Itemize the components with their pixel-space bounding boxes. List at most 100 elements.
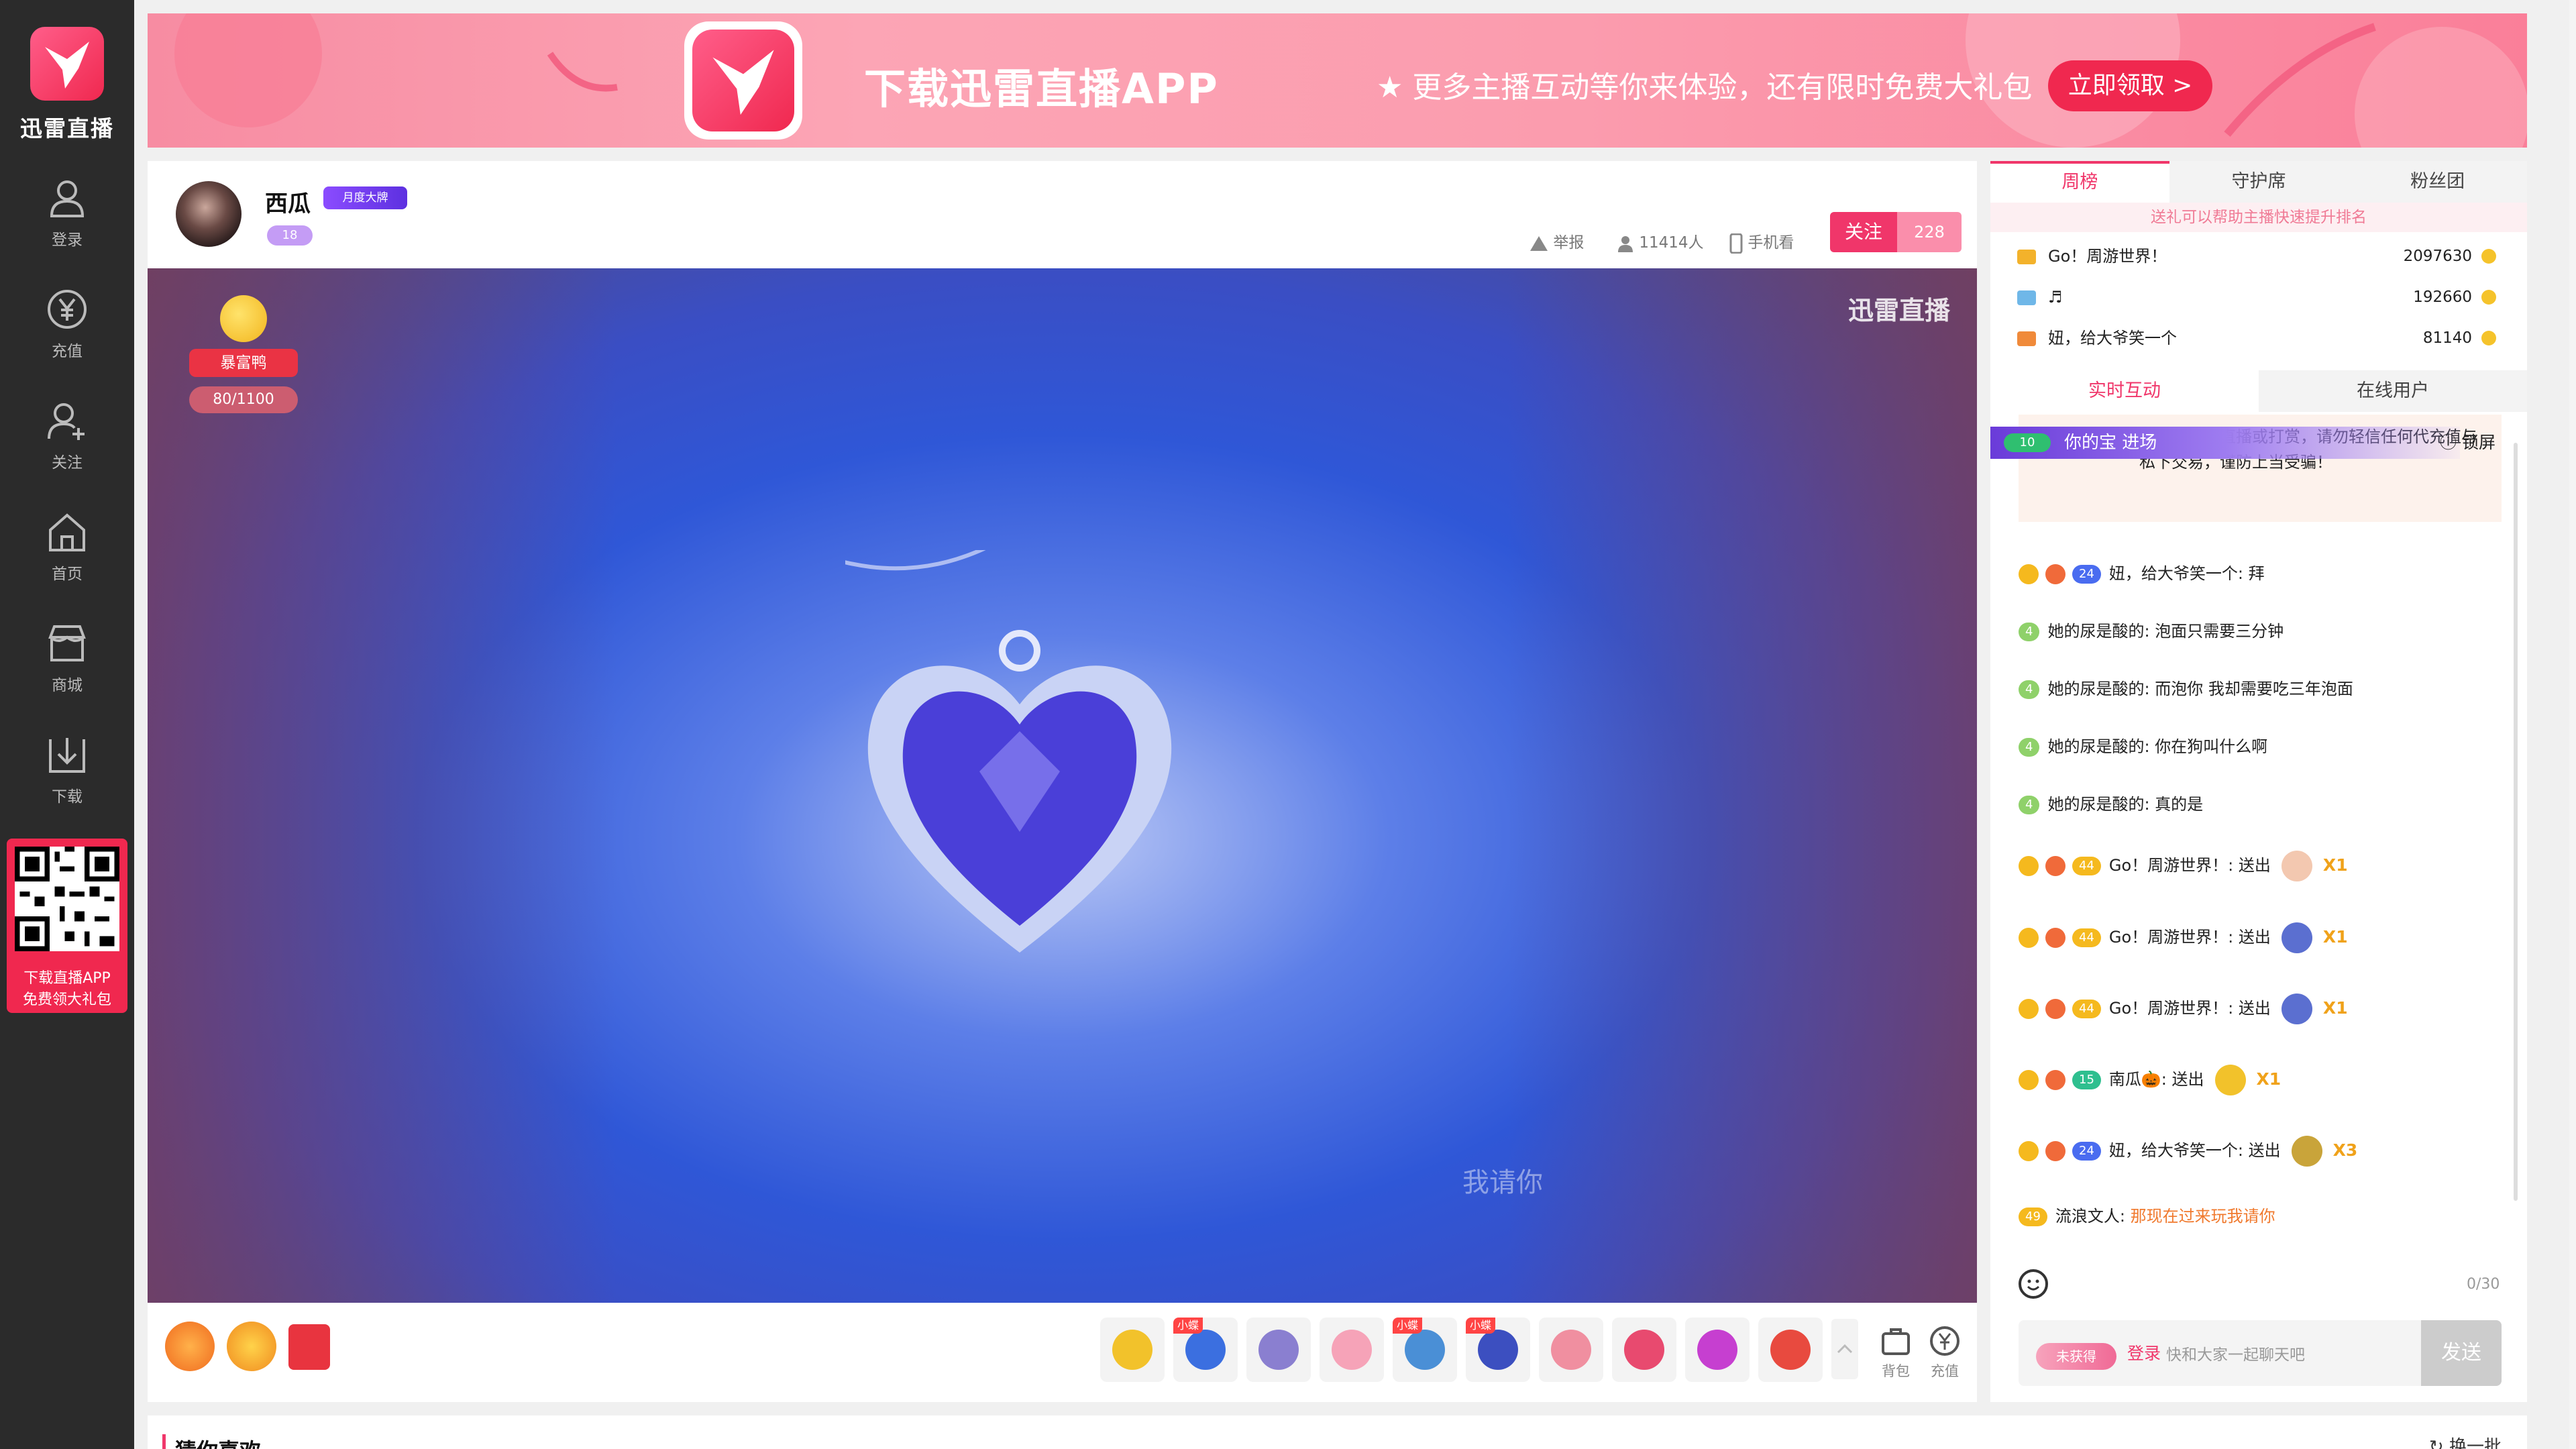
sidebar-item-label: 商城 [52,677,83,694]
download-banner[interactable]: 下载迅雷直播APP ★ 更多主播互动等你来体验，还有限时免费大礼包 立即领取 > [148,13,2527,148]
chat-user[interactable]: 妞，给大爷笑一个: [2109,564,2243,583]
gift-tag: 小蝶 [1393,1318,1423,1334]
live-room: 西瓜 月度大牌 18 举报 11414人 手机看 关注 228 迅雷直播 暴富鸭… [148,161,1977,1402]
lock-screen-toggle[interactable]: ⓘ 锁屏 [2440,429,2496,453]
rank-score: 2097630 [2403,248,2472,265]
level-badge: 18 [267,225,313,246]
chat-message: 44 Go！周游世界！: 送出 X1 [2019,991,2515,1025]
qr-caption-2: 免费领大礼包 [22,991,111,1008]
chat-scrollbar[interactable] [2514,443,2518,1201]
gift-item[interactable] [1100,1318,1165,1382]
shop-icon [48,625,86,661]
gift-item[interactable]: 小蝶 [1173,1318,1238,1382]
tab-fan-club[interactable]: 粉丝团 [2348,161,2527,203]
gift-item[interactable] [1320,1318,1384,1382]
gift-item[interactable] [1685,1318,1750,1382]
claim-now-button[interactable]: 立即领取 > [2048,60,2212,111]
tab-guardians[interactable]: 守护席 [2169,161,2349,203]
sidebar-item-recharge[interactable]: 充值 [0,287,134,374]
chat-input[interactable]: 未获得 登录 快和大家一起聊天吧 发送 [2019,1320,2502,1386]
banner-title: 下载迅雷直播APP [864,64,1219,113]
sidebar-item-home[interactable]: 首页 [0,510,134,597]
first-recharge-icon[interactable] [165,1322,215,1371]
level-badge: 24 [2072,565,2101,584]
gift-icon [2291,1136,2322,1167]
gift-item[interactable] [1612,1318,1676,1382]
phone-icon [1729,233,1743,254]
rank-user: 妞，给大爷笑一个 [2048,329,2177,347]
chat-user[interactable]: Go！周游世界！: [2109,999,2233,1018]
chat-message: 44 Go！周游世界！: 送出 X1 [2019,920,2515,954]
chat-user[interactable]: 她的尿是酸的: [2047,795,2149,814]
chat-message: 4 她的尿是酸的: 而泡你 我却需要吃三年泡面 [2019,672,2515,706]
chat-user[interactable]: 妞，给大爷笑一个: [2109,1141,2243,1160]
sidebar-item-download[interactable]: 下载 [0,733,134,820]
chat-user[interactable]: Go！周游世界！: [2109,928,2233,947]
chat-user[interactable]: Go！周游世界！: [2109,856,2233,875]
chat-user[interactable]: 她的尿是酸的: [2047,622,2149,641]
gift-item[interactable] [1246,1318,1311,1382]
bird-logo-icon [45,42,89,89]
enter-banner: 10 你的宝 进场 [1990,427,2460,459]
warning-icon [1530,235,1548,251]
gift-item[interactable]: 小蝶 [1466,1318,1530,1382]
gift-item[interactable] [1539,1318,1603,1382]
user-icon [50,180,85,217]
report-link[interactable]: 举报 [1529,229,1584,252]
sidebar: 迅雷直播 登录 充值 关注 首页 商城 下载 下载直播APP 免费领大礼包 [0,0,134,1449]
crown-icon [2017,290,2036,305]
gift-item[interactable] [1758,1318,1823,1382]
follow-icon [48,403,85,440]
gift-item[interactable]: 小蝶 [1393,1318,1457,1382]
chat-user[interactable]: 南瓜🎃: [2109,1070,2167,1089]
video-player[interactable]: 迅雷直播 暴富鸭 80/1100 我请你 [148,268,1977,1303]
recharge-button[interactable]: 充值 [1928,1324,1962,1381]
chat-user[interactable]: 她的尿是酸的: [2047,680,2149,698]
heart-pendant-image [845,550,1172,953]
qr-download-card[interactable]: 下载直播APP 免费领大礼包 [7,839,127,1013]
banner-subtitle: ★ 更多主播互动等你来体验，还有限时免费大礼包 [1377,70,2033,105]
gift-scroll-up-button[interactable] [1831,1319,1858,1379]
group-star-icon[interactable] [227,1322,276,1371]
login-link[interactable]: 登录 [2127,1340,2161,1364]
sidebar-item-login[interactable]: 登录 [0,176,134,263]
gift-count: X3 [2332,1140,2358,1160]
chat-user[interactable]: 她的尿是酸的: [2047,737,2149,756]
emoji-button[interactable] [2019,1269,2048,1299]
noble-icon [2045,999,2065,1019]
vip-icon [2019,564,2039,584]
duck-title: 暴富鸭 [189,349,298,377]
recommend-section: 猜你喜欢 ↻ 换一批 [148,1415,2527,1449]
follow-button[interactable]: 关注 228 [1830,212,1962,252]
refresh-button[interactable]: ↻ 换一批 [2429,1433,2502,1449]
rank-row[interactable]: ♬ 192660 [2017,277,2500,317]
recharge-label: 充值 [1931,1363,1959,1379]
tab-online-users[interactable]: 在线用户 [2259,370,2527,412]
sidebar-item-follow[interactable]: 关注 [0,398,134,486]
rank-row[interactable]: Go！周游世界！ 2097630 [2017,236,2500,276]
chat-text: 送出 [2238,999,2271,1018]
backpack-button[interactable]: 背包 [1879,1324,1913,1381]
anchor-avatar[interactable] [176,181,241,247]
send-button[interactable]: 发送 [2421,1320,2502,1386]
rank-user: Go！周游世界！ [2048,247,2167,266]
vip-icon [2019,1070,2039,1090]
chat-user[interactable]: 流浪文人: [2055,1207,2125,1226]
coin-icon [2481,331,2496,345]
gift-icon [1258,1330,1299,1370]
mobile-watch-link[interactable]: 手机看 [1729,229,1794,254]
gift-icon [2281,994,2312,1024]
follow-count: 228 [1897,212,1962,252]
crown-icon [2017,331,2036,346]
duck-activity[interactable]: 暴富鸭 80/1100 [189,295,298,429]
app-logo[interactable] [30,27,104,101]
chat-message: 15 南瓜🎃: 送出 X1 [2019,1063,2515,1096]
tab-weekly[interactable]: 周榜 [1990,161,2169,203]
red-packet-icon[interactable] [288,1324,330,1370]
tab-live-chat[interactable]: 实时互动 [1990,370,2259,412]
rank-row[interactable]: 妞，给大爷笑一个 81140 [2017,318,2500,358]
sidebar-item-shop[interactable]: 商城 [0,621,134,708]
gift-bar: 小蝶 小蝶 小蝶 背包 充值 [148,1308,1977,1402]
chat-message: 4 她的尿是酸的: 你在狗叫什么啊 [2019,730,2515,763]
page-scrollbar[interactable] [2569,0,2576,1449]
